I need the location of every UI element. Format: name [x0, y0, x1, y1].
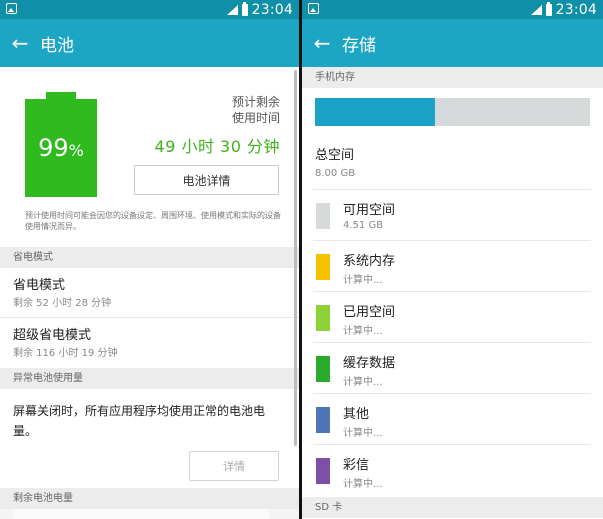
image-notification-icon	[6, 3, 17, 14]
battery-details-button[interactable]: 电池详情	[134, 165, 279, 195]
color-swatch	[316, 305, 330, 331]
storage-item-title: 其他	[343, 407, 370, 422]
storage-item-size: 计算中...	[343, 428, 383, 439]
storage-breakdown-list: 可用空间 4.51 GB 系统内存 计算中... 已用空间 计算中... 缓存数据 计算中..…	[302, 189, 603, 495]
status-bar: 23:04	[0, 0, 299, 19]
other-item[interactable]: 其他计算中...	[313, 393, 591, 444]
storage-usage-bar	[315, 98, 590, 126]
remaining-battery-header: 剩余电池电量	[0, 488, 299, 509]
power-saving-header: 省电模式	[0, 247, 299, 268]
status-time: 23:04	[555, 1, 597, 18]
abnormal-usage-text: 屏幕关闭时，所有应用程序均使用正常的电池电量。	[13, 404, 266, 438]
abnormal-usage-section: 屏幕关闭时，所有应用程序均使用正常的电池电量。 详情	[0, 389, 299, 488]
color-swatch	[316, 458, 330, 484]
total-space-value: 8.00 GB	[315, 168, 356, 179]
status-time: 23:04	[251, 1, 293, 18]
back-arrow-icon[interactable]: ←	[0, 19, 40, 67]
abnormal-details-button[interactable]: 详情	[189, 451, 279, 481]
app-bar: ← 电池	[0, 19, 299, 67]
page-title: 存储	[342, 35, 376, 56]
storage-item-title: 彩信	[343, 458, 370, 473]
app-bar: ← 存储	[302, 19, 603, 67]
signal-icon	[226, 4, 238, 16]
storage-item-title: 缓存数据	[343, 356, 396, 371]
battery-percent: 99%	[38, 134, 84, 162]
battery-status-icon	[241, 1, 248, 16]
mms-item[interactable]: 彩信计算中...	[313, 444, 591, 495]
sd-card-header: SD 卡	[302, 497, 603, 518]
page-title: 电池	[40, 35, 74, 56]
back-arrow-icon[interactable]: ←	[302, 19, 342, 67]
estimate-note: 预计使用时间可能会因您的设备设定、周围环境、使用模式和实际的设备使用情况而异。	[25, 211, 281, 231]
remaining-battery-chart-stub	[0, 509, 299, 519]
signal-icon	[530, 4, 542, 16]
total-space: 总空间 8.00 GB	[315, 147, 590, 179]
color-swatch	[316, 356, 330, 382]
mode-title: 超级省电模式	[13, 328, 92, 343]
storage-item-size: 计算中...	[343, 326, 383, 337]
status-bar: 23:04	[302, 0, 603, 19]
estimate-label: 预计剩余 使用时间	[231, 95, 280, 125]
cached-data-item[interactable]: 缓存数据计算中...	[313, 342, 591, 393]
battery-screen: 23:04 ← 电池 99% 预计剩余 使用时间 49 小时 30 分钟 电池详情…	[0, 0, 299, 519]
scrollbar[interactable]	[294, 70, 297, 446]
phone-memory-header: 手机内存	[302, 67, 603, 88]
storage-usage-fill	[315, 98, 435, 126]
power-saving-mode-item[interactable]: 省电模式 剩余 52 小时 28 分钟	[0, 268, 299, 318]
storage-item-size: 4.51 GB	[343, 220, 384, 231]
estimate-time: 49 小时 30 分钟	[154, 137, 280, 156]
storage-item-title: 可用空间	[343, 203, 396, 218]
abnormal-usage-header: 异常电池使用量	[0, 368, 299, 389]
used-space-item[interactable]: 已用空间计算中...	[313, 291, 591, 342]
system-memory-item[interactable]: 系统内存计算中...	[313, 240, 591, 291]
battery-status-icon	[545, 1, 552, 16]
mode-remaining: 剩余 52 小时 28 分钟	[13, 298, 112, 309]
storage-item-title: 已用空间	[343, 305, 396, 320]
battery-summary: 99% 预计剩余 使用时间 49 小时 30 分钟 电池详情 预计使用时间可能会因…	[0, 67, 299, 247]
storage-item-title: 系统内存	[343, 254, 396, 269]
storage-item-size: 计算中...	[343, 377, 383, 388]
color-swatch	[316, 407, 330, 433]
battery-level-icon: 99%	[25, 92, 97, 197]
storage-item-size: 计算中...	[343, 479, 383, 490]
mode-remaining: 剩余 116 小时 19 分钟	[13, 348, 118, 359]
mode-title: 省电模式	[13, 278, 66, 293]
color-swatch	[316, 254, 330, 280]
total-space-label: 总空间	[315, 148, 355, 163]
image-notification-icon	[308, 3, 319, 14]
available-space-item[interactable]: 可用空间 4.51 GB	[313, 189, 591, 240]
ultra-power-saving-mode-item[interactable]: 超级省电模式 剩余 116 小时 19 分钟	[0, 318, 299, 368]
storage-screen: 23:04 ← 存储 手机内存 总空间 8.00 GB 可用空间 4.51 GB 系…	[302, 0, 603, 519]
storage-item-size: 计算中...	[343, 275, 383, 286]
color-swatch	[316, 203, 330, 229]
